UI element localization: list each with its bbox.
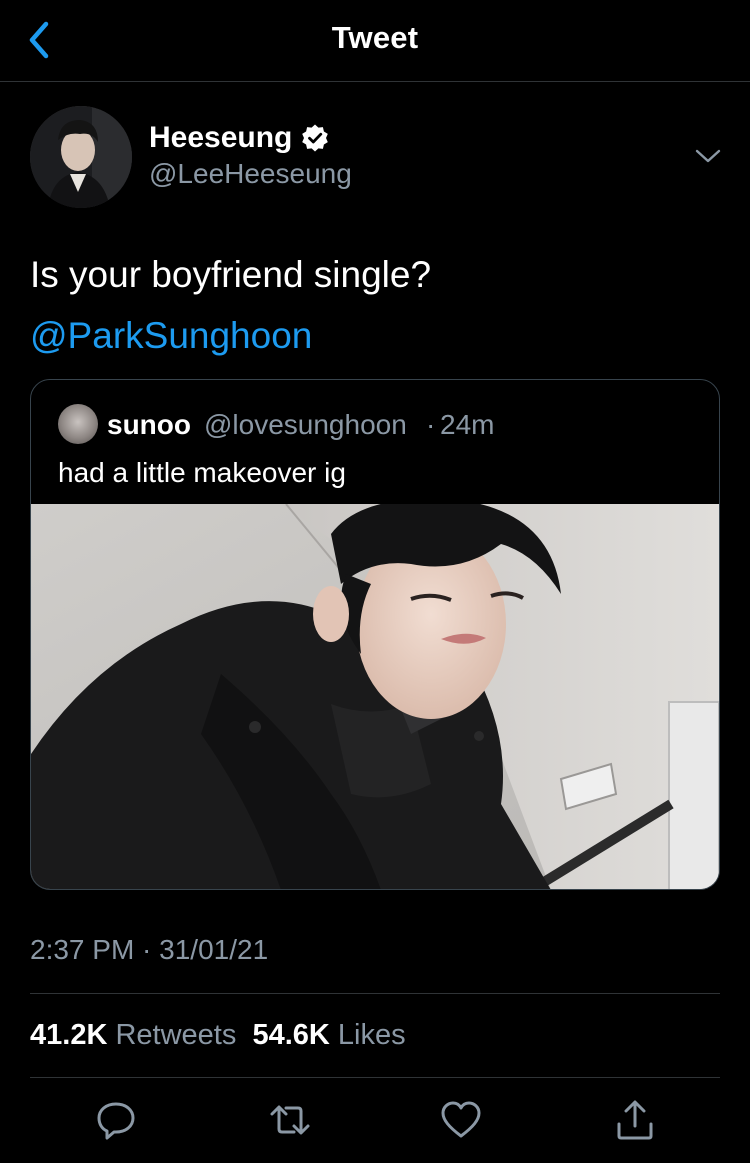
- likes-stat[interactable]: 54.6K Likes: [252, 1019, 405, 1051]
- more-options-button[interactable]: [694, 144, 722, 168]
- author-handle[interactable]: @LeeHeeseung: [149, 158, 352, 190]
- retweet-button[interactable]: [268, 1098, 312, 1142]
- verified-badge-icon: [302, 124, 328, 152]
- share-button[interactable]: [613, 1098, 657, 1142]
- like-button[interactable]: [439, 1098, 483, 1142]
- divider: [30, 993, 720, 994]
- reply-button[interactable]: [94, 1098, 138, 1142]
- retweets-stat[interactable]: 41.2K Retweets: [30, 1019, 236, 1051]
- avatar-image: [30, 106, 132, 208]
- heart-icon: [441, 1101, 481, 1138]
- photo-image: [31, 504, 719, 889]
- retweet-icon: [270, 1105, 310, 1135]
- author-avatar[interactable]: [30, 106, 132, 208]
- quoted-author-handle: @lovesunghoon: [204, 409, 407, 440]
- reply-icon: [97, 1102, 135, 1140]
- likes-count: 54.6K: [252, 1019, 330, 1051]
- chevron-down-icon: [695, 149, 721, 163]
- separator-dot: ·: [426, 409, 436, 440]
- share-icon: [617, 1100, 653, 1140]
- top-navigation-bar: Tweet: [0, 0, 750, 82]
- retweets-label: Retweets: [115, 1019, 237, 1051]
- quoted-tweet-card[interactable]: sunoo @lovesunghoon · 24m had a little m…: [30, 379, 720, 890]
- likes-label: Likes: [337, 1019, 406, 1051]
- quoted-tweet-photo[interactable]: [31, 504, 719, 889]
- quoted-tweet-text: had a little makeover ig: [58, 457, 346, 488]
- quoted-author-name: sunoo: [107, 409, 191, 440]
- retweets-count: 41.2K: [30, 1019, 108, 1051]
- tweet-body: Is your boyfriend single? @ParkSunghoon: [30, 244, 720, 366]
- author-display-name[interactable]: Heeseung: [149, 121, 292, 155]
- mention-link[interactable]: @ParkSunghoon: [30, 305, 720, 366]
- page-title: Tweet: [331, 20, 419, 55]
- tweet-text: Is your boyfriend single?: [30, 254, 432, 295]
- tweet-timestamp: 2:37 PM · 31/01/21: [30, 934, 269, 965]
- divider: [30, 1077, 720, 1078]
- quoted-author-avatar: [58, 404, 98, 444]
- quoted-time-ago: 24m: [440, 409, 495, 440]
- tweet-stats: 41.2K Retweets 54.6K Likes: [30, 1019, 406, 1052]
